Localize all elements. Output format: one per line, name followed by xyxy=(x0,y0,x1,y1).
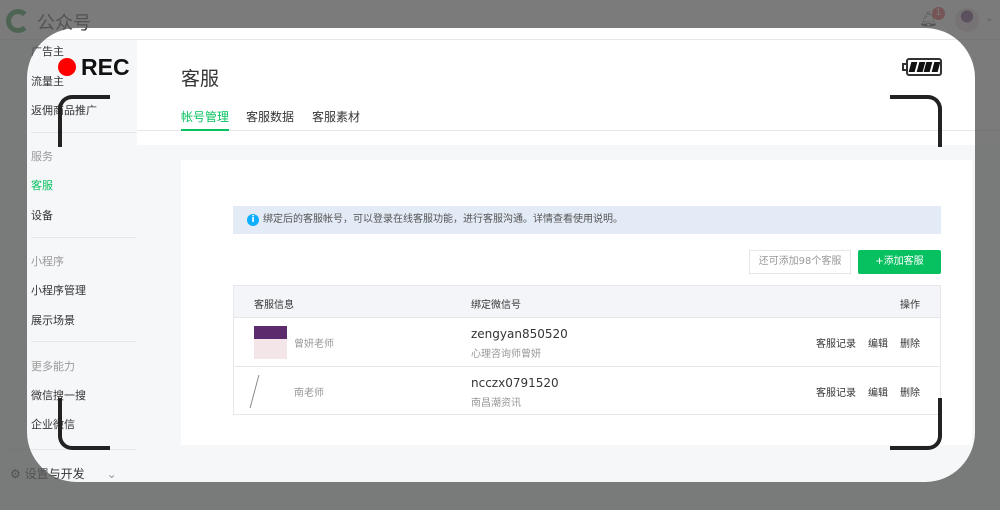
col-actions: 操作 xyxy=(900,300,920,311)
add-service-button[interactable]: +添加客服 xyxy=(858,250,941,274)
corner-bracket-icon xyxy=(58,398,110,450)
gear-icon: ⚙ xyxy=(10,467,25,481)
wechat-name: 心理咨询师曾妍 xyxy=(471,349,541,360)
tab-bar-line xyxy=(137,130,1000,131)
corner-bracket-icon xyxy=(890,398,942,450)
delete-link[interactable]: 删除 xyxy=(900,384,920,399)
sidebar-group-miniprogram: 小程序 xyxy=(31,255,64,268)
tab-service-assets[interactable]: 客服素材 xyxy=(312,108,360,125)
sidebar-item-scenes[interactable]: 展示场景 xyxy=(31,312,75,328)
wechat-name: 南昌潮资讯 xyxy=(471,398,521,409)
edit-link[interactable]: 编辑 xyxy=(868,384,888,399)
edit-link[interactable]: 编辑 xyxy=(868,335,888,350)
table-header: 客服信息 绑定微信号 操作 xyxy=(234,286,940,318)
records-link[interactable]: 客服记录 xyxy=(816,384,856,399)
service-name: 曾妍老师 xyxy=(294,339,334,350)
wechat-logo-icon xyxy=(6,9,30,33)
battery-icon xyxy=(906,58,942,76)
info-notice: 绑定后的客服帐号，可以登录在线客服功能，进行客服沟通。详情查看使用说明。 xyxy=(233,206,941,234)
tab-service-data[interactable]: 客服数据 xyxy=(246,108,294,125)
record-dot-icon xyxy=(58,58,76,76)
table-row: 南老师 ncczx0791520 南昌潮资讯 客服记录 编辑 删除 xyxy=(234,366,940,415)
col-info: 客服信息 xyxy=(254,300,294,311)
user-avatar[interactable] xyxy=(955,8,979,32)
delete-link[interactable]: 删除 xyxy=(900,335,920,350)
remaining-count: 还可添加98个客服 xyxy=(749,250,851,274)
service-name: 南老师 xyxy=(294,388,324,399)
active-tab-indicator xyxy=(181,129,229,131)
avatar xyxy=(254,326,287,359)
corner-bracket-icon xyxy=(890,95,942,147)
sidebar-group-service: 服务 xyxy=(31,150,53,163)
avatar xyxy=(249,375,271,408)
tab-account-manage[interactable]: 帐号管理 xyxy=(181,108,229,125)
page-title: 客服 xyxy=(181,68,220,90)
col-wechat: 绑定微信号 xyxy=(471,300,521,311)
settings-label: 设置与开发 xyxy=(24,467,85,481)
info-icon: i xyxy=(247,214,259,226)
records-link[interactable]: 客服记录 xyxy=(816,335,856,350)
notification-badge: 1 xyxy=(932,7,945,20)
sidebar-item-miniprogram-manage[interactable]: 小程序管理 xyxy=(31,282,86,298)
sidebar-item-customer-service[interactable]: 客服 xyxy=(31,177,53,193)
divider xyxy=(31,237,136,238)
table-row: 曾妍老师 zengyan850520 心理咨询师曾妍 客服记录 编辑 删除 xyxy=(234,317,940,366)
service-table: 客服信息 绑定微信号 操作 曾妍老师 zengyan850520 心理咨询师曾妍… xyxy=(233,285,941,415)
settings-menu[interactable]: ⚙ 设置与开发 ⌄ xyxy=(10,465,117,482)
sidebar-item-publisher[interactable]: 流量主 xyxy=(31,73,64,89)
sidebar-group-more: 更多能力 xyxy=(31,360,75,373)
brand-name: 公众号 xyxy=(37,13,91,34)
wechat-id: ncczx0791520 xyxy=(471,376,559,390)
top-bar: 公众号 🔔︎ 1 ⌄ xyxy=(0,0,1000,40)
chevron-down-icon[interactable]: ⌄ xyxy=(985,13,993,24)
corner-bracket-icon xyxy=(58,95,110,147)
chevron-down-icon: ⌄ xyxy=(106,467,117,481)
sidebar-item-devices[interactable]: 设备 xyxy=(31,207,53,223)
rec-label: REC xyxy=(81,54,130,80)
sidebar-item-advertiser[interactable]: 广告主 xyxy=(31,43,64,59)
divider xyxy=(31,341,136,342)
wechat-id: zengyan850520 xyxy=(471,327,568,341)
